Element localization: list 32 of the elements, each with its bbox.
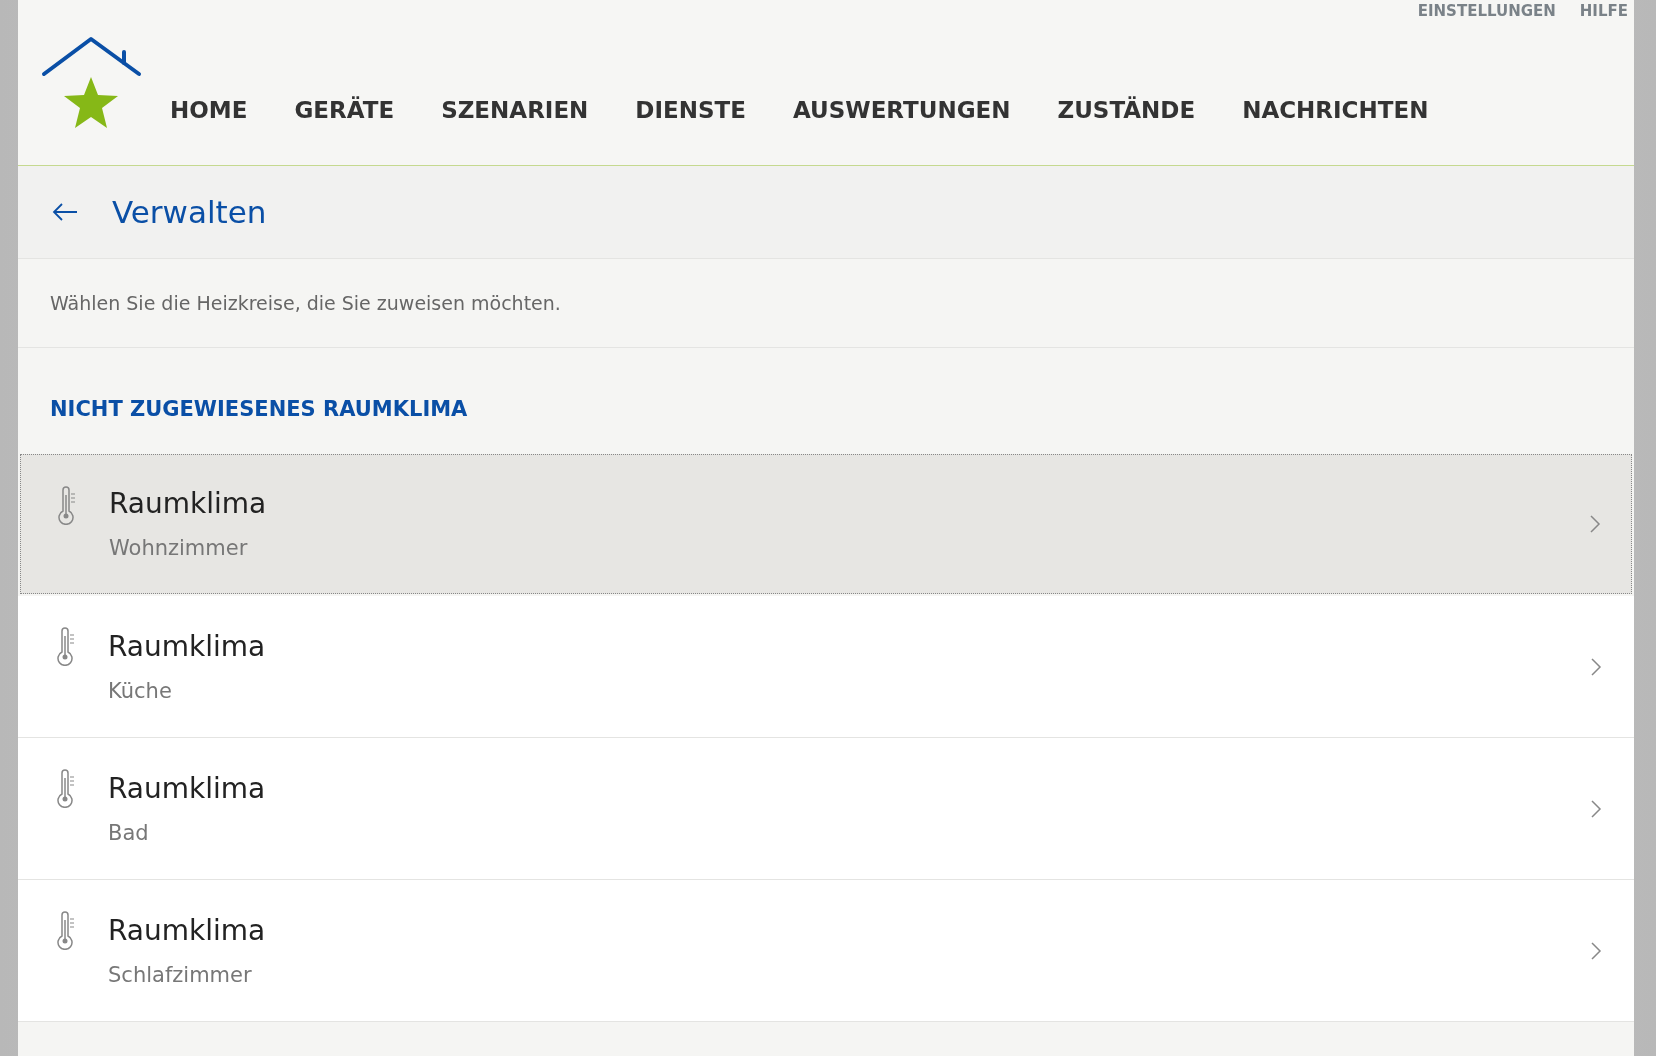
header-link[interactable]: HILFE bbox=[1579, 0, 1628, 23]
nav-link[interactable]: SZENARIEN bbox=[441, 92, 589, 127]
thermometer-icon bbox=[56, 910, 76, 950]
item-title: Raumklima bbox=[108, 628, 267, 665]
room-list-item[interactable]: Raumklima Küche bbox=[18, 596, 1634, 738]
chevron-right-icon bbox=[1590, 656, 1602, 677]
room-list-item[interactable]: Raumklima Bad bbox=[18, 738, 1634, 880]
nav-link[interactable]: ZUSTÄNDE bbox=[1057, 92, 1196, 127]
item-subtitle: Bad bbox=[108, 819, 150, 847]
item-subtitle: Schlafzimmer bbox=[108, 961, 253, 989]
room-list-item[interactable]: Raumklima Schlafzimmer bbox=[18, 880, 1634, 1022]
instruction-text: Wählen Sie die Heizkreise, die Sie zuweisen möchten. bbox=[50, 290, 561, 316]
item-subtitle: Küche bbox=[108, 677, 173, 705]
item-title: Raumklima bbox=[108, 770, 267, 807]
nav-link[interactable]: DIENSTE bbox=[635, 92, 746, 127]
thermometer-icon bbox=[57, 485, 77, 525]
thermometer-icon bbox=[56, 626, 76, 666]
section-heading: NICHT ZUGEWIESENES RAUMKLIMA bbox=[50, 396, 468, 424]
item-subtitle: Wohnzimmer bbox=[109, 535, 249, 563]
item-title: Raumklima bbox=[108, 912, 267, 949]
chevron-right-icon bbox=[1590, 798, 1602, 819]
item-title: Raumklima bbox=[109, 486, 268, 523]
chevron-right-icon bbox=[1589, 514, 1601, 534]
nav-link[interactable]: AUSWERTUNGEN bbox=[792, 92, 1011, 127]
thermometer-icon bbox=[56, 768, 76, 808]
nav-link[interactable]: NACHRICHTEN bbox=[1242, 92, 1429, 127]
chevron-right-icon bbox=[1590, 940, 1602, 961]
header-link[interactable]: EINSTELLUNGEN bbox=[1417, 0, 1556, 23]
nav-link[interactable]: GERÄTE bbox=[294, 92, 395, 127]
room-list-item[interactable]: Raumklima Wohnzimmer bbox=[20, 454, 1632, 594]
nav-link[interactable]: HOME bbox=[170, 92, 248, 127]
page-title: Verwalten bbox=[112, 192, 267, 232]
